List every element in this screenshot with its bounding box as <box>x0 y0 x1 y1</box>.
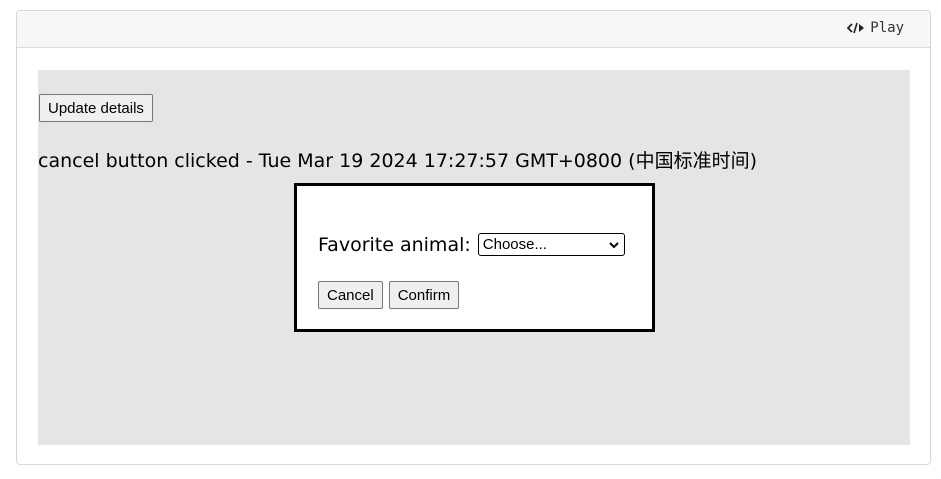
code-icon <box>847 22 865 34</box>
favorite-animal-dialog: Favorite animal: Choose... Cancel Confir… <box>294 183 655 332</box>
play-label: Play <box>870 20 904 36</box>
dialog-buttons: Cancel Confirm <box>318 281 460 309</box>
example-toolbar: Play <box>17 11 930 48</box>
chevron-down-icon <box>609 236 619 253</box>
example-frame: Play Update details cancel button clicke… <box>16 10 931 465</box>
select-value: Choose... <box>482 236 547 253</box>
favorite-animal-label: Favorite animal: <box>318 233 471 256</box>
animal-field-row: Favorite animal: Choose... <box>318 233 625 256</box>
favorite-animal-select[interactable]: Choose... <box>477 233 625 256</box>
confirm-button[interactable]: Confirm <box>388 281 460 309</box>
status-text: cancel button clicked - Tue Mar 19 2024 … <box>38 150 757 172</box>
update-details-button[interactable]: Update details <box>39 94 153 122</box>
demo-stage: Update details cancel button clicked - T… <box>38 70 910 445</box>
cancel-button[interactable]: Cancel <box>318 281 383 309</box>
play-button[interactable]: Play <box>847 20 904 36</box>
